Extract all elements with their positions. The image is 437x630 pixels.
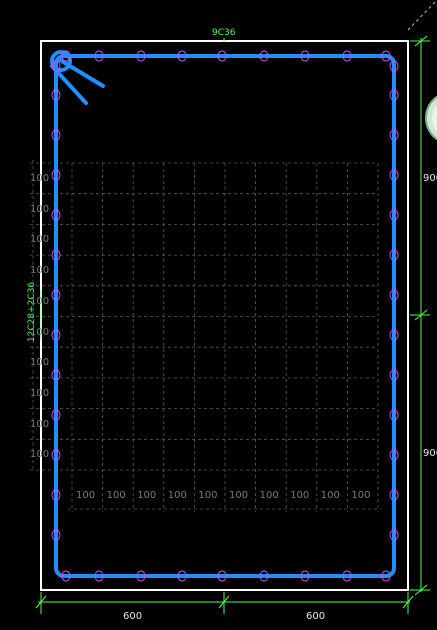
- cad-drawing-canvas[interactable]: [0, 0, 437, 630]
- grid-x-label: 100: [198, 490, 218, 501]
- grid-y-label: 100: [30, 234, 50, 246]
- grid-y-label: 100: [30, 326, 50, 338]
- grid-y-label: 100: [30, 449, 50, 461]
- grid-y-label: 100: [30, 418, 50, 430]
- grid-x-label: 100: [137, 490, 157, 501]
- bottom-dim-right: 600: [306, 611, 326, 622]
- grid-y-label: 100: [30, 295, 50, 307]
- grid-x-label: 100: [167, 490, 187, 501]
- grid-x-label: 100: [259, 490, 279, 501]
- grid-y-label: 100: [30, 203, 50, 215]
- grid-x-label: 100: [320, 490, 340, 501]
- right-dim-top: 900: [423, 173, 437, 184]
- grid-x-label: 100: [351, 490, 371, 501]
- grid-x-label: 100: [290, 490, 310, 501]
- grid-x-label: 100: [76, 490, 96, 501]
- top-rebar-label: 9C36: [212, 28, 236, 38]
- grid-y-label: 100: [30, 265, 50, 277]
- grid-y-label: 100: [30, 173, 50, 184]
- grid-y-label: 100: [30, 387, 50, 399]
- canvas-background: [0, 0, 437, 630]
- right-dim-bottom: 900: [423, 448, 437, 459]
- grid-x-label: 100: [106, 490, 126, 501]
- grid-x-label: 100: [229, 490, 249, 501]
- bottom-dim-left: 600: [123, 611, 143, 622]
- grid-y-label: 100: [30, 357, 50, 369]
